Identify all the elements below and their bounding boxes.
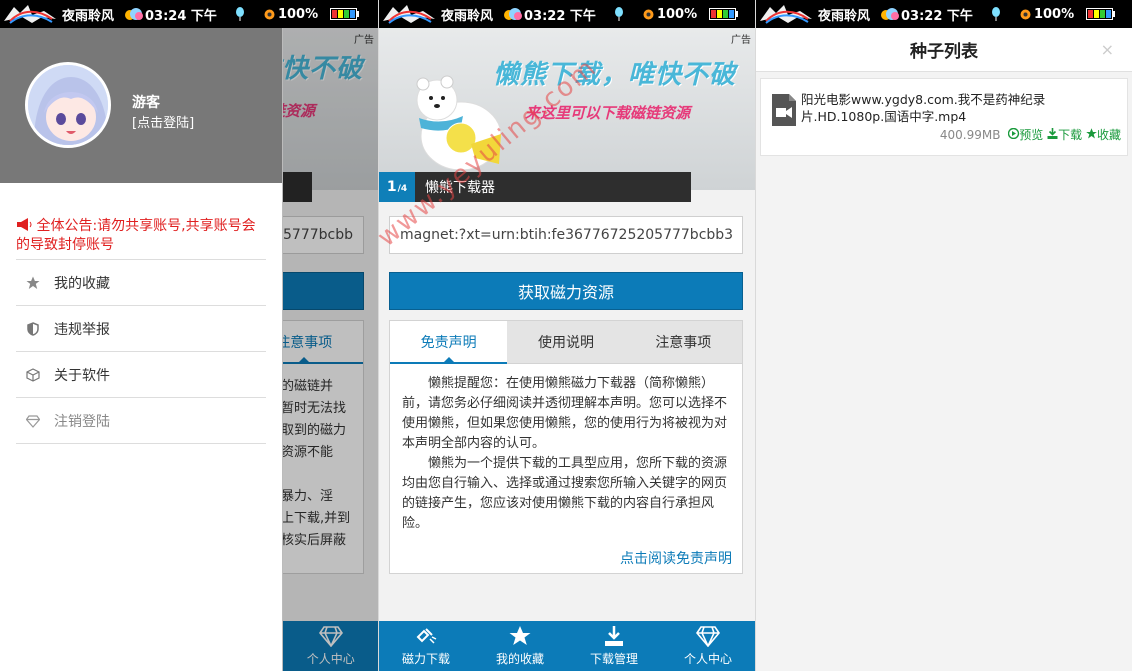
page-title: 种子列表 bbox=[910, 42, 978, 62]
nav-label: 个人中心 bbox=[683, 652, 732, 666]
app-logo-icon bbox=[4, 5, 56, 24]
gear-icon bbox=[1020, 9, 1031, 19]
play-icon bbox=[1008, 127, 1020, 140]
favorite-button[interactable]: 收藏 bbox=[1086, 128, 1121, 142]
bottom-nav: 磁力下载 我的收藏 下载管理 个人中心 bbox=[379, 621, 755, 671]
menu-label: 违规举报 bbox=[54, 321, 110, 338]
status-bar: 夜雨聆风 03:22 下午 100% bbox=[379, 0, 755, 28]
disclaimer-paragraph: 懒熊提醒您：在使用懒熊磁力下载器（简称懒熊）前，请您务必仔细阅读并透彻理解本声明… bbox=[402, 376, 728, 451]
disclaimer-paragraph: 懒熊为一个提供下载的工具型应用，您所下载的资源均由您自行输入、选择或通过搜索您所… bbox=[402, 456, 728, 531]
status-battery: 100% bbox=[656, 6, 698, 22]
magnet-input-value: magnet:?xt=urn:btih:fe36776725205777bcbb… bbox=[400, 227, 734, 243]
balloon-icon bbox=[614, 7, 623, 21]
nav-profile[interactable]: 个人中心 bbox=[661, 621, 755, 671]
diamond-icon bbox=[26, 414, 40, 428]
preview-button[interactable]: 预览 bbox=[1008, 127, 1044, 142]
app-logo-icon bbox=[383, 5, 435, 24]
banner-index-current: 1 bbox=[386, 179, 397, 195]
status-bar: 夜雨聆风 03:24 下午 100% bbox=[0, 0, 378, 28]
login-link[interactable]: [点击登陆] bbox=[132, 112, 194, 131]
download-button[interactable]: 下载 bbox=[1047, 128, 1082, 142]
drawer-header[interactable]: 游客 [点击登陆] bbox=[0, 28, 282, 183]
fetch-magnet-button[interactable]: 获取磁力资源 bbox=[389, 272, 743, 310]
read-disclaimer-link[interactable]: 点击阅读免责声明 bbox=[620, 549, 732, 569]
gear-icon bbox=[264, 9, 275, 19]
star-icon bbox=[1086, 128, 1097, 139]
torrent-item[interactable]: 阳光电影www.ygdy8.com.我不是药神纪录片.HD.1080p.国语中字… bbox=[760, 78, 1128, 156]
status-bar: 夜雨聆风 03:22 下午 100% bbox=[756, 0, 1132, 28]
cloud-icon bbox=[504, 8, 523, 20]
status-time: 03:24 下午 bbox=[145, 8, 217, 24]
avatar-image bbox=[28, 65, 108, 145]
favorite-label: 收藏 bbox=[1096, 128, 1121, 142]
battery-icon bbox=[709, 8, 739, 20]
torrent-list-header: 种子列表 × bbox=[756, 28, 1132, 72]
avatar[interactable] bbox=[25, 62, 111, 148]
magnet-input[interactable]: magnet:?xt=urn:btih:fe36776725205777bcbb… bbox=[389, 216, 743, 254]
menu-label: 我的收藏 bbox=[54, 275, 110, 292]
download-label: 下载 bbox=[1058, 128, 1083, 142]
battery-icon bbox=[330, 8, 360, 20]
menu-item-report[interactable]: 违规举报 bbox=[16, 306, 266, 352]
shield-icon bbox=[27, 321, 39, 336]
balloon-icon bbox=[235, 7, 244, 21]
nav-label: 我的收藏 bbox=[495, 652, 544, 666]
download-icon bbox=[605, 626, 623, 646]
preview-label: 预览 bbox=[1019, 128, 1044, 142]
panel-torrent-list: 夜雨聆风 03:22 下午 100% 种子列表 × 阳光电影www.ygdy8.… bbox=[756, 0, 1132, 671]
app-logo-icon bbox=[760, 5, 812, 24]
banner-title: 懒熊下载，唯快不破 bbox=[493, 60, 737, 90]
menu-label: 关于软件 bbox=[54, 367, 110, 384]
torrent-meta: 400.99MB 预览 下载 收藏 bbox=[940, 126, 1121, 143]
tab-notes[interactable]: 注意事项 bbox=[625, 321, 742, 363]
cloud-icon bbox=[881, 8, 900, 20]
balloon-icon bbox=[991, 7, 1000, 21]
diamond-icon bbox=[696, 626, 720, 647]
download-icon bbox=[1047, 128, 1058, 139]
status-time: 03:22 下午 bbox=[901, 8, 973, 24]
menu-item-favorites[interactable]: 我的收藏 bbox=[16, 260, 266, 306]
side-drawer: 游客 [点击登陆] 全体公告:请勿共享账号,共享账号会的导致封停账号 我的收藏 … bbox=[0, 28, 283, 671]
megaphone-icon bbox=[17, 218, 32, 231]
torrent-size: 400.99MB bbox=[939, 128, 1001, 142]
cube-icon bbox=[26, 367, 40, 382]
video-file-icon bbox=[772, 94, 796, 126]
magnet-icon bbox=[416, 628, 437, 644]
status-app-name: 夜雨聆风 bbox=[818, 8, 871, 24]
status-app-name: 夜雨聆风 bbox=[62, 8, 115, 24]
nav-magnet-download[interactable]: 磁力下载 bbox=[379, 621, 473, 671]
nav-favorites[interactable]: 我的收藏 bbox=[473, 621, 567, 671]
announcement: 全体公告:请勿共享账号,共享账号会的导致封停账号 bbox=[16, 217, 268, 255]
announcement-text: 全体公告:请勿共享账号,共享账号会的导致封停账号 bbox=[16, 218, 256, 253]
gear-icon bbox=[643, 9, 654, 19]
nav-label: 磁力下载 bbox=[401, 652, 450, 666]
info-tabs: 免责声明 使用说明 注意事项 bbox=[389, 320, 743, 364]
ad-banner[interactable]: 广告 懒熊下载，唯快不破 来这里可以下载磁链资源 1/4 懒熊下载器 bbox=[379, 28, 755, 202]
username: 游客 bbox=[132, 95, 160, 111]
disclaimer-content: 懒熊提醒您：在使用懒熊磁力下载器（简称懒熊）前，请您务必仔细阅读并透彻理解本声明… bbox=[389, 364, 743, 574]
close-button[interactable]: × bbox=[1101, 40, 1114, 59]
status-app-name: 夜雨聆风 bbox=[441, 8, 494, 24]
ad-label: 广告 bbox=[731, 35, 751, 46]
menu-label: 注销登陆 bbox=[54, 413, 110, 430]
torrent-file-name: 阳光电影www.ygdy8.com.我不是药神纪录片.HD.1080p.国语中字… bbox=[801, 92, 1046, 124]
tab-disclaimer[interactable]: 免责声明 bbox=[390, 321, 508, 364]
status-battery: 100% bbox=[1033, 6, 1075, 22]
panel-drawer-view: 夜雨聆风 03:24 下午 100% 广告 懒熊下载，唯快不破 来这里可以下载磁… bbox=[0, 0, 378, 671]
menu-item-logout[interactable]: 注销登陆 bbox=[16, 398, 266, 444]
status-battery: 100% bbox=[277, 6, 319, 22]
cloud-icon bbox=[125, 8, 144, 20]
star-icon bbox=[26, 276, 40, 289]
battery-icon bbox=[1086, 8, 1116, 20]
banner-index-total: /4 bbox=[397, 184, 408, 194]
tab-usage[interactable]: 使用说明 bbox=[507, 321, 624, 363]
menu-item-about[interactable]: 关于软件 bbox=[16, 352, 266, 398]
status-time: 03:22 下午 bbox=[524, 8, 596, 24]
nav-download-manager[interactable]: 下载管理 bbox=[567, 621, 661, 671]
star-icon bbox=[509, 626, 531, 645]
nav-label: 下载管理 bbox=[589, 652, 638, 666]
